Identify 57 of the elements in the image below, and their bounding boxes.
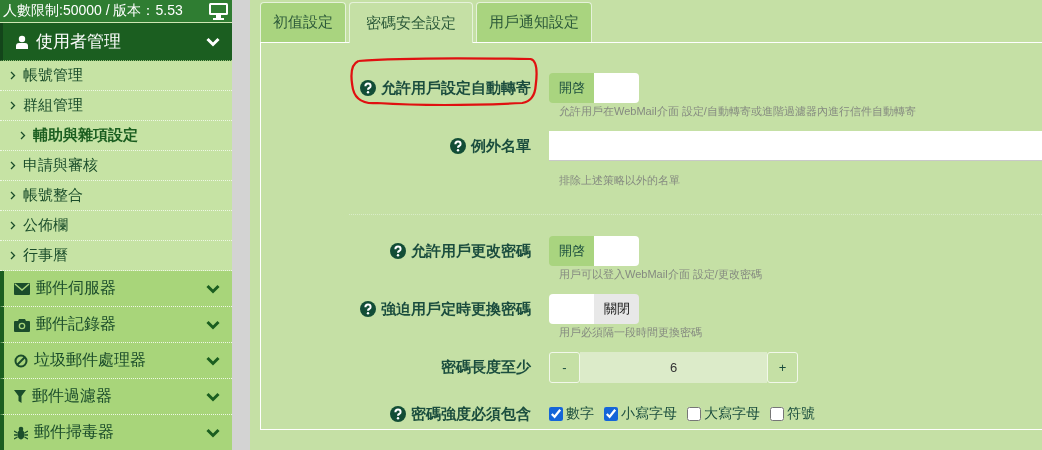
version-info: 人數限制:50000 / 版本：5.53: [3, 2, 183, 20]
hint-text: 用戶必須隔一段時間更換密碼: [558, 325, 703, 339]
chevron-right-icon: [10, 71, 16, 80]
menu-item[interactable]: 帳號整合: [0, 181, 232, 211]
menu-item[interactable]: 輔助與雜項設定: [0, 121, 232, 151]
checkbox[interactable]: [549, 407, 563, 421]
user-icon: [16, 34, 28, 49]
chevron-right-icon: [10, 221, 16, 230]
chevron-down-icon[interactable]: [206, 355, 220, 366]
ban-icon: [14, 353, 28, 368]
envelope-icon: [14, 282, 30, 295]
help-icon[interactable]: [390, 243, 406, 259]
help-icon[interactable]: [360, 80, 376, 96]
tab[interactable]: 密碼安全設定: [349, 2, 473, 43]
checkbox-label: 符號: [787, 405, 815, 423]
menu-header[interactable]: 使用者管理: [0, 23, 232, 61]
chevron-right-icon: [10, 191, 16, 200]
chevron-right-icon: [10, 251, 16, 260]
hint-text: 允許用戶在WebMail介面 設定/自動轉寄或進階過濾器內進行信件自動轉寄: [558, 104, 917, 118]
tab[interactable]: 用戶通知設定: [476, 2, 592, 42]
hint-text: 排除上述策略以外的名單: [558, 173, 681, 187]
filter-icon: [14, 390, 26, 403]
checkbox[interactable]: [770, 407, 784, 421]
chevron-down-icon[interactable]: [206, 391, 220, 402]
setting-label: 密碼長度至少: [441, 357, 531, 377]
setting-label: 強迫用戶定時更換密碼: [381, 299, 531, 319]
chevron-right-icon: [10, 161, 16, 170]
checkbox-label: 數字: [566, 405, 594, 423]
monitor-icon[interactable]: [209, 2, 228, 20]
menu-item[interactable]: 申請與審核: [0, 151, 232, 181]
chevron-down-icon[interactable]: [206, 319, 220, 330]
help-icon[interactable]: [450, 138, 466, 154]
setting-label: 允許用戶更改密碼: [411, 241, 531, 261]
bug-icon: [14, 425, 28, 440]
checkbox[interactable]: [687, 407, 701, 421]
checkbox-label: 大寫字母: [704, 405, 760, 423]
tab[interactable]: 初值設定: [260, 2, 346, 42]
menu-item[interactable]: 行事曆: [0, 241, 232, 271]
menu-item[interactable]: 群組管理: [0, 91, 232, 121]
chevron-right-icon: [20, 131, 26, 140]
checkbox[interactable]: [604, 407, 618, 421]
number-field[interactable]: 6: [580, 352, 767, 383]
checkbox-label: 小寫字母: [621, 405, 677, 423]
help-icon[interactable]: [390, 406, 406, 422]
chevron-down-icon[interactable]: [206, 427, 220, 438]
hint-text: 用戶可以登入WebMail介面 設定/更改密碼: [558, 267, 763, 281]
plus-button[interactable]: +: [767, 352, 798, 383]
menu-item[interactable]: 公佈欄: [0, 211, 232, 241]
chevron-down-icon[interactable]: [206, 283, 220, 294]
camera-icon: [14, 317, 30, 332]
minus-button[interactable]: -: [549, 352, 580, 383]
setting-label: 例外名單: [471, 136, 531, 156]
chevron-right-icon: [10, 101, 16, 110]
menu-item[interactable]: 帳號管理: [0, 61, 232, 91]
setting-label: 密碼強度必須包含: [411, 404, 531, 424]
setting-label: 允許用戶設定自動轉寄: [381, 78, 531, 98]
help-icon[interactable]: [360, 301, 376, 317]
